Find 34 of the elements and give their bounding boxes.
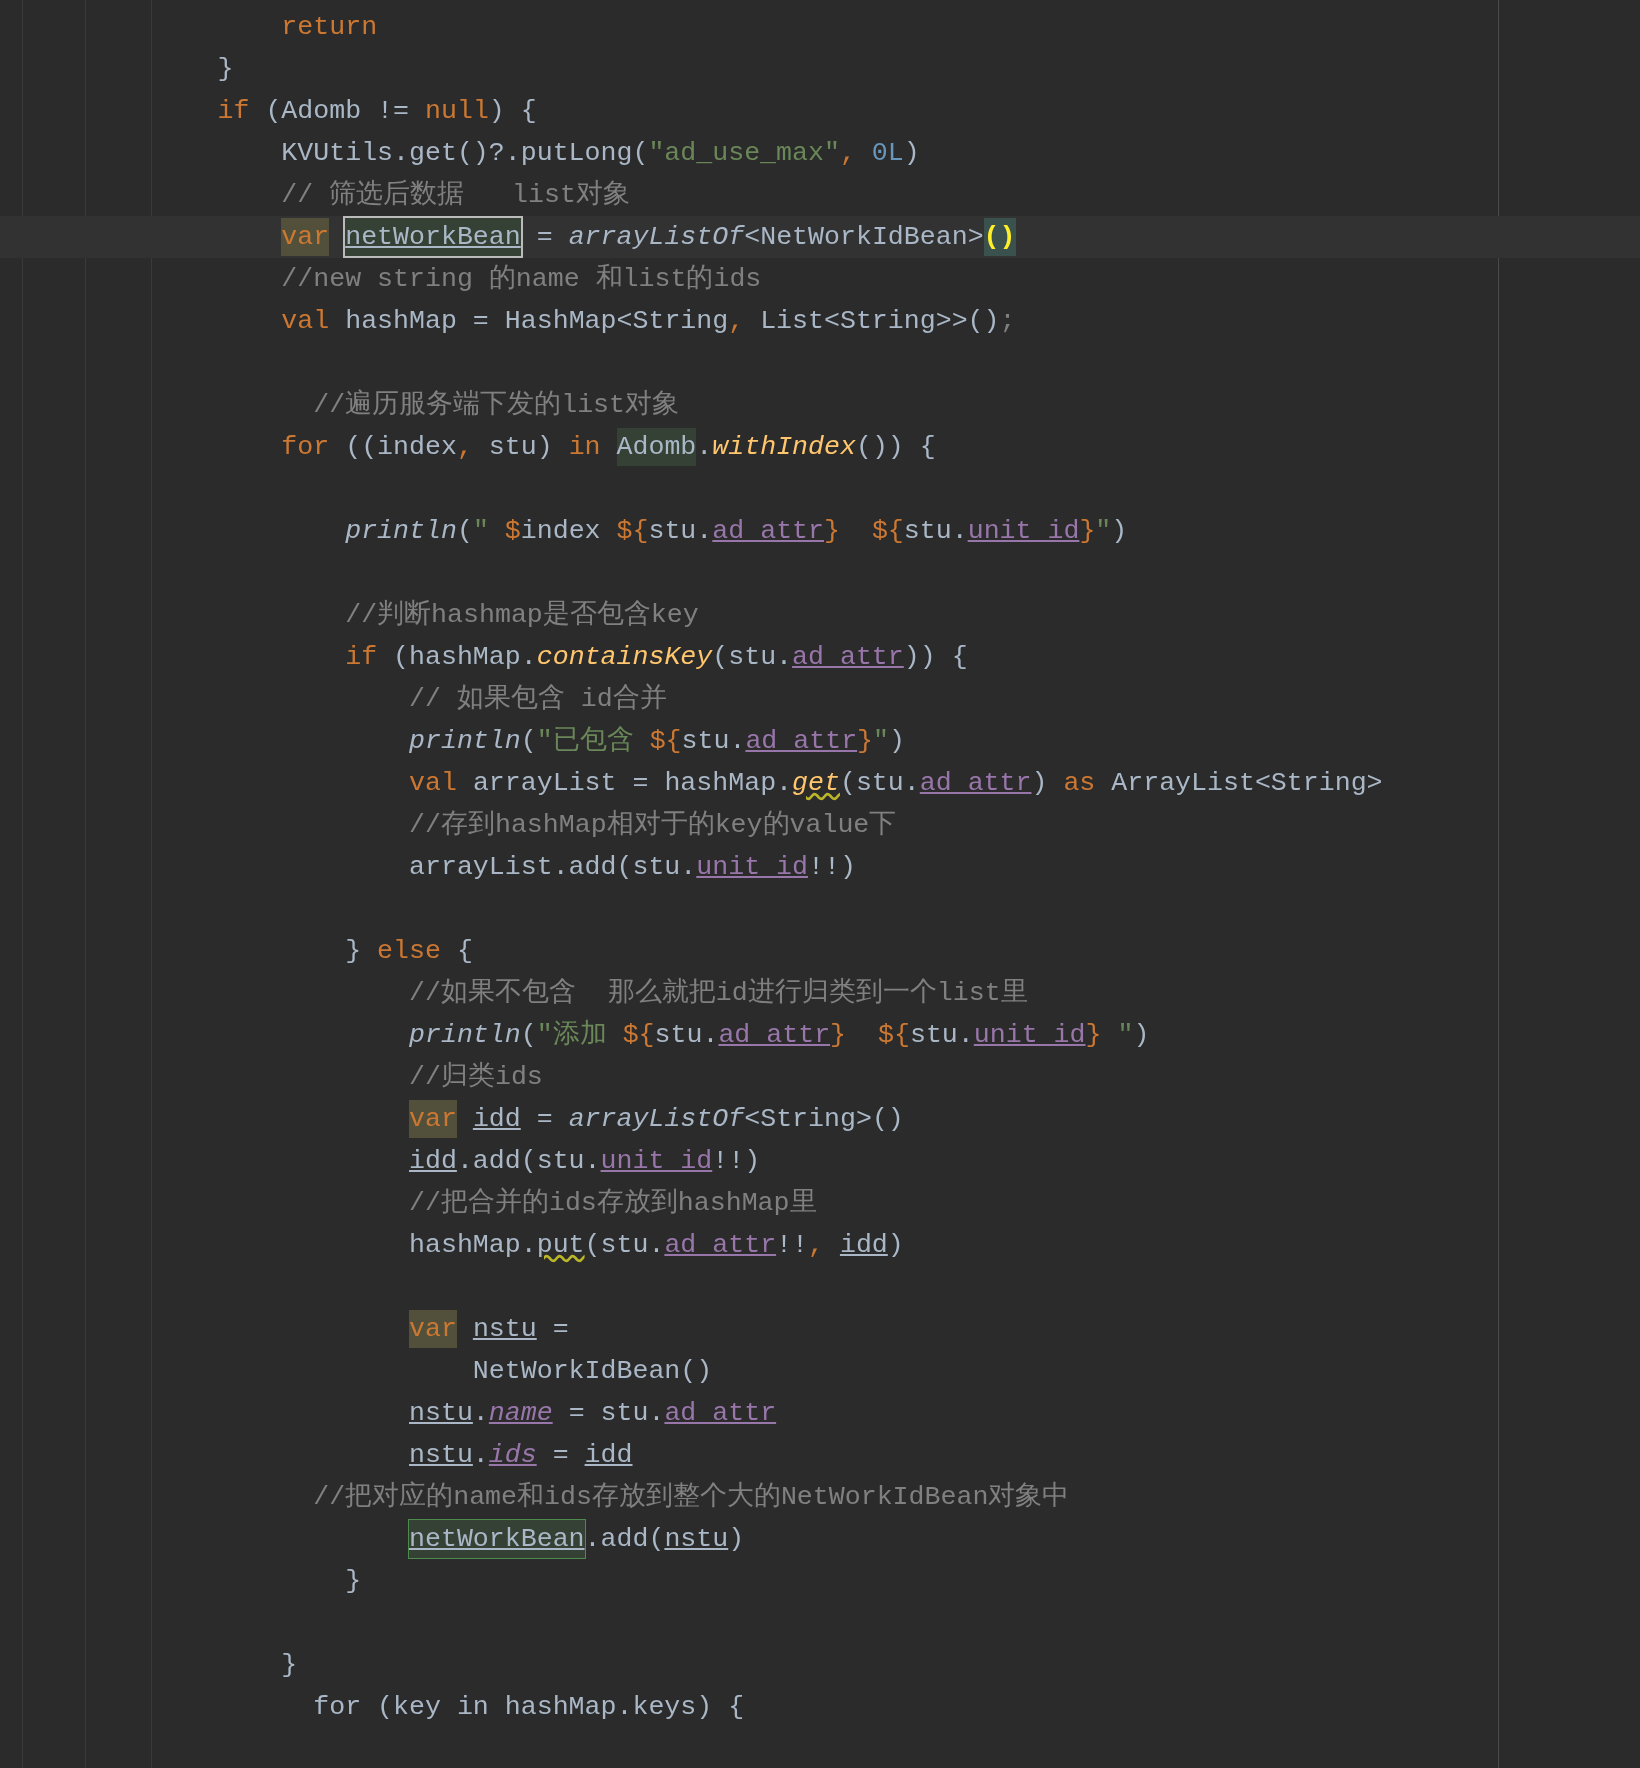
code-line: KVUtils.get()?.putLong("ad_use_max", 0L) [280, 137, 921, 170]
code-line: println("已包含 ${stu.ad_attr}") [408, 725, 906, 758]
code-line: for ((index, stu) in Adomb.withIndex()) { [0, 426, 1640, 468]
code-line: println("添加 ${stu.ad_attr} ${stu.unit_id} ") [408, 1018, 1151, 1052]
code-line: //把对应的name和ids存放到整个大的NetWorkIdBean对象中 [312, 1480, 1071, 1514]
code-line: } [344, 1565, 363, 1598]
code-line: for (key in hashMap.keys) { [312, 1691, 746, 1724]
code-line: } [280, 1649, 299, 1682]
code-line: return [280, 11, 379, 44]
code-line: // 如果包含 id合并 [408, 682, 668, 716]
code-line: val hashMap = HashMap<String, List<String>>(); [280, 305, 1017, 338]
code-line: //归类ids [408, 1061, 544, 1094]
code-line: //遍历服务端下发的list对象 [312, 388, 681, 422]
code-line: val arrayList = hashMap.get(stu.ad_attr) as ArrayList<String> [408, 767, 1384, 800]
code-line: //如果不包含 那么就把id进行归类到一个list里 [408, 977, 1029, 1010]
code-line: //new string 的name 和list的ids [280, 263, 763, 296]
code-line: var idd = arrayListOf<String>() [0, 1098, 1640, 1140]
code-line: arrayList.add(stu.unit_id!!) [408, 851, 857, 884]
code-line: // 筛选后数据 list对象 [280, 179, 631, 212]
code-line: //把合并的ids存放到hashMap里 [408, 1186, 818, 1220]
code-line: hashMap.put(stu.ad_attr!!, idd) [408, 1229, 905, 1262]
code-line: //存到hashMap相对于的key的value下 [408, 809, 898, 842]
code-line: nstu.name = stu.ad_attr [408, 1397, 778, 1430]
code-line: idd.add(stu.unit_id!!) [408, 1145, 762, 1178]
code-line: } [216, 53, 235, 86]
code-line: } else { [344, 935, 474, 968]
code-line: nstu.ids = idd [408, 1439, 634, 1472]
code-line: netWorkBean.add(nstu) [0, 1518, 1640, 1560]
code-line: var nstu = [0, 1308, 1640, 1350]
code-line: NetWorkIdBean() [471, 1355, 714, 1388]
code-line: //判断hashmap是否包含key [344, 598, 700, 632]
code-line: if (Adomb != null) { [216, 95, 538, 128]
code-line: println(" $index ${stu.ad_attr} ${stu.unit_id}") [344, 515, 1129, 548]
code-line: if (hashMap.containsKey(stu.ad_attr)) { [344, 641, 969, 674]
